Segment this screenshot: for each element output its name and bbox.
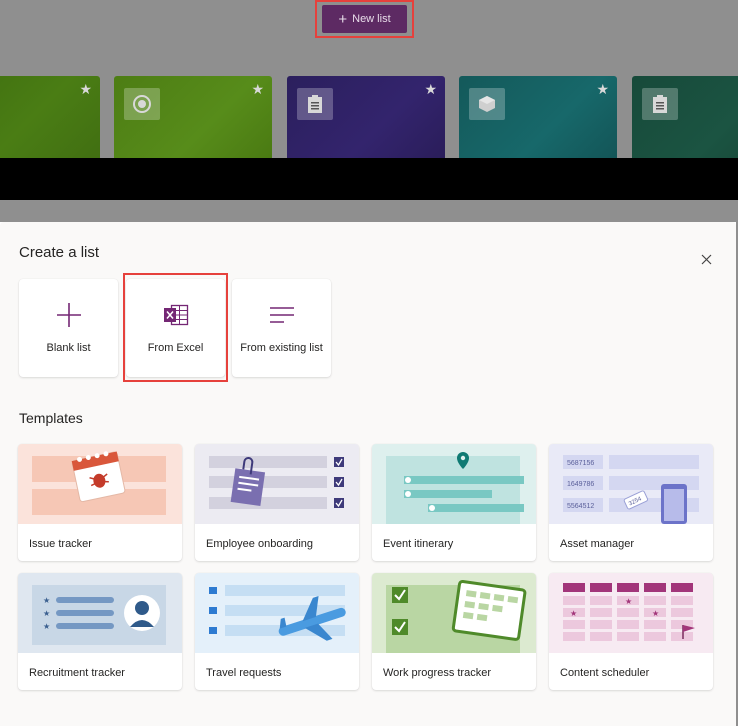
from-existing-list-option[interactable]: From existing list [232,279,331,377]
content-scheduler-thumbnail: ★ ★ ★ [549,573,713,653]
template-label: Travel requests [206,667,282,679]
template-card-issue-tracker[interactable]: Issue tracker [18,444,182,561]
list-lines-icon [267,301,297,329]
clipboard-icon [297,88,333,120]
plus-icon: + [338,10,348,28]
from-excel-highlight [123,273,228,382]
travel-requests-thumbnail [195,573,359,653]
svg-text:★: ★ [43,596,50,605]
star-icon[interactable]: ★ [251,81,264,98]
templates-heading: Templates [19,410,83,426]
target-icon [124,88,160,120]
blank-list-option[interactable]: Blank list [19,279,118,377]
svg-text:★: ★ [570,609,577,618]
background-page-strip [0,200,738,222]
clipboard-icon [642,88,678,120]
template-card-recruitment-tracker[interactable]: ★ ★ ★ Recruitment tracker [18,573,182,690]
new-list-highlight: + New list [315,0,414,38]
svg-text:★: ★ [652,609,659,618]
template-label: Recruitment tracker [29,667,125,679]
new-list-label: New list [352,13,391,25]
asset-manager-thumbnail: 5687156 1649786 5564512 3254 [549,444,713,524]
list-tile[interactable] [632,76,738,158]
template-label: Work progress tracker [383,667,491,679]
template-label: Content scheduler [560,667,650,679]
redaction-bar [0,158,738,200]
template-card-content-scheduler[interactable]: ★ ★ ★ Content scheduler [549,573,713,690]
from-existing-list-label: From existing list [240,342,323,354]
list-tile[interactable]: ★ [459,76,617,158]
plus-icon [54,301,84,329]
svg-text:★: ★ [625,597,632,606]
star-icon[interactable]: ★ [596,81,609,98]
list-tile[interactable]: ★ [114,76,272,158]
template-label: Asset manager [560,538,634,550]
issue-tracker-thumbnail [18,444,182,524]
template-card-event-itinerary[interactable]: Event itinerary [372,444,536,561]
template-card-travel-requests[interactable]: Travel requests [195,573,359,690]
asset-number: 5687156 [567,460,594,467]
create-list-dialog: Create a list Blank list From Excel From… [0,222,736,726]
template-label: Event itinerary [383,538,454,550]
employee-onboarding-thumbnail [195,444,359,524]
asset-number: 1649786 [567,481,594,488]
cube-icon [469,88,505,120]
template-label: Issue tracker [29,538,92,550]
star-icon[interactable]: ★ [79,81,92,98]
background-page: + New list ★ ★ ★ ★ [0,0,738,158]
recruitment-tracker-thumbnail: ★ ★ ★ [18,573,182,653]
dialog-title: Create a list [19,244,100,261]
event-itinerary-thumbnail [372,444,536,524]
asset-number: 5564512 [567,503,594,510]
blank-list-label: Blank list [46,342,91,354]
svg-text:★: ★ [43,622,50,631]
template-card-work-progress-tracker[interactable]: Work progress tracker [372,573,536,690]
list-tile[interactable]: ★ [0,76,100,158]
list-tile[interactable]: ★ [287,76,445,158]
template-label: Employee onboarding [206,538,314,550]
template-card-asset-manager[interactable]: 5687156 1649786 5564512 3254 Asset manag… [549,444,713,561]
work-progress-tracker-thumbnail [372,573,536,653]
svg-text:★: ★ [43,609,50,618]
new-list-button[interactable]: + New list [322,5,407,33]
template-card-employee-onboarding[interactable]: Employee onboarding [195,444,359,561]
star-icon[interactable]: ★ [424,81,437,98]
close-icon[interactable] [695,248,717,270]
